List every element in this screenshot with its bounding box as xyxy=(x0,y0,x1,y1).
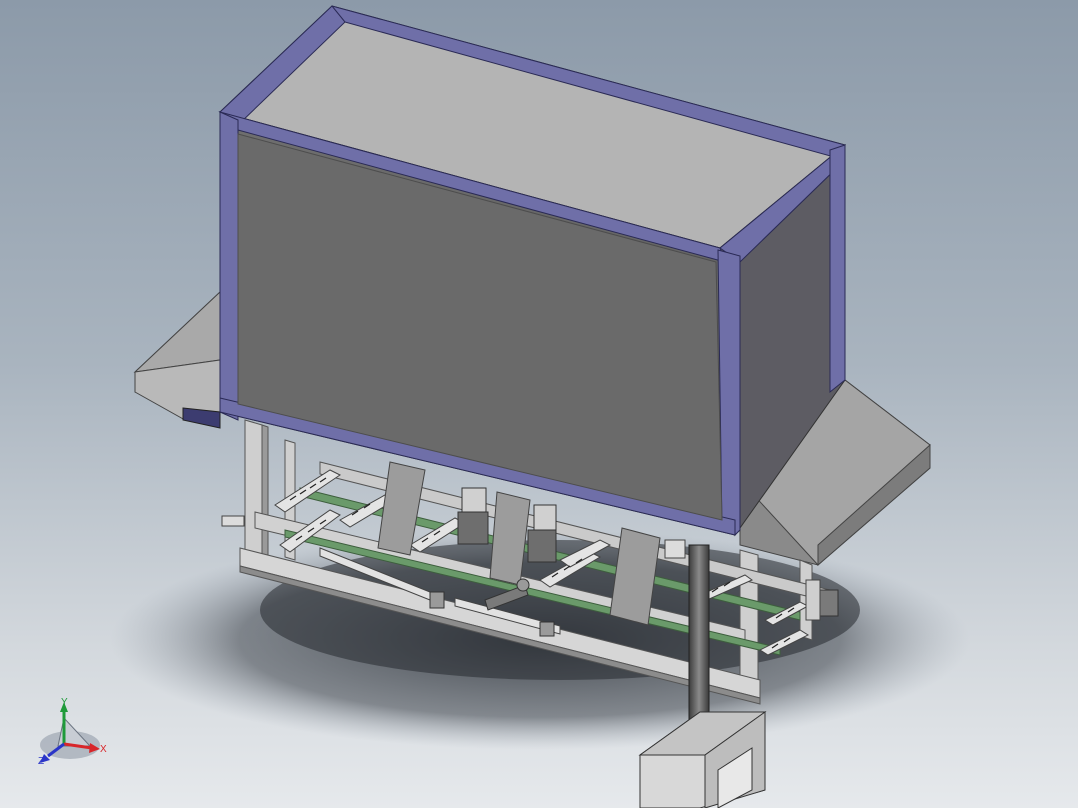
sensor-block xyxy=(664,539,686,559)
orientation-triad[interactable]: Y X Z xyxy=(38,697,107,767)
support-column[interactable] xyxy=(688,544,710,736)
machine-assembly-model[interactable]: Y X Z xyxy=(0,0,1078,808)
x-axis-label: X xyxy=(100,744,107,755)
cad-viewport[interactable]: Y X Z xyxy=(0,0,1078,808)
main-enclosure[interactable] xyxy=(218,5,847,537)
y-axis-label: Y xyxy=(61,697,68,708)
drive-motor-1[interactable] xyxy=(457,487,489,545)
drive-motor-2[interactable] xyxy=(527,504,557,563)
z-axis-label: Z xyxy=(38,756,44,767)
left-hopper-wing[interactable] xyxy=(133,290,221,429)
